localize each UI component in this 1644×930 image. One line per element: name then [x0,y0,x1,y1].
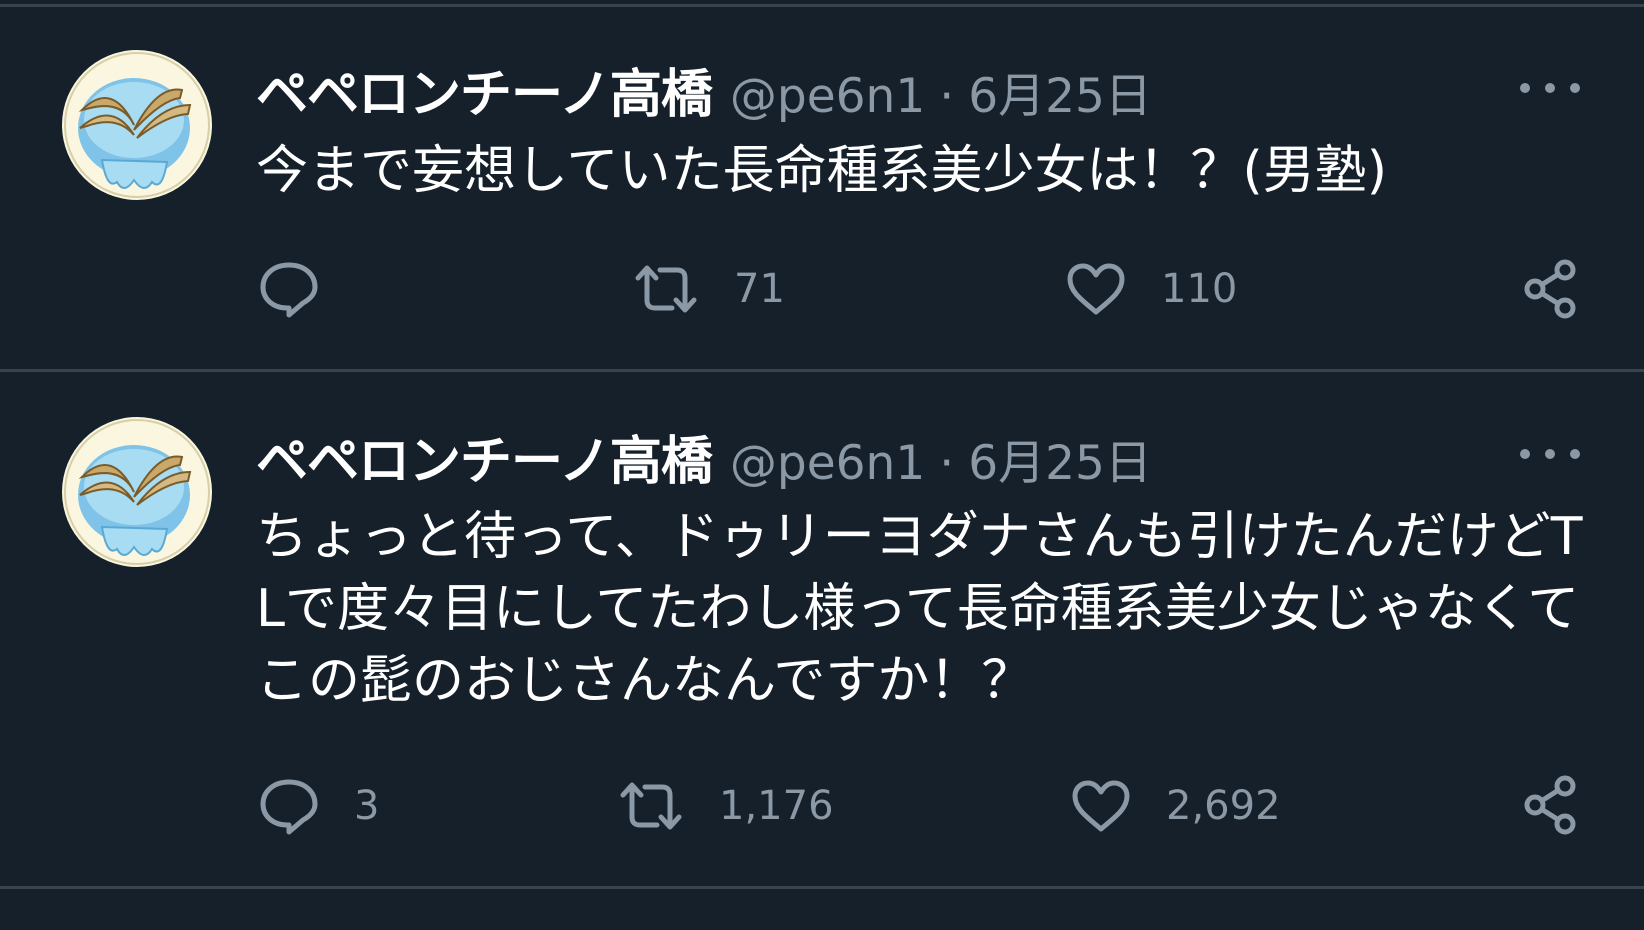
like-button[interactable]: 110 [1065,262,1237,316]
retweet-button[interactable]: 1,176 [617,779,834,833]
reply-button[interactable]: 3 [258,777,379,835]
retweet-count: 1,176 [719,783,834,829]
tweet-text: 今まで妄想していた長命種系美少女は！？(男塾) [256,141,1388,201]
avatar[interactable] [62,417,212,567]
reply-button[interactable] [258,260,354,318]
more-icon[interactable] [1520,73,1580,103]
retweet-button[interactable]: 71 [632,262,785,316]
reply-count: 3 [354,783,380,829]
top-divider [0,4,1644,7]
retweet-icon [620,782,682,830]
more-icon[interactable] [1520,439,1580,469]
like-count: 110 [1161,266,1238,312]
header-separator: · [939,69,955,124]
author-name[interactable]: ペペロンチーノ高橋 [256,419,713,494]
tweet-header: ペペロンチーノ高橋 @pe6n1 · 6月25日 [256,419,1152,492]
author-handle[interactable]: @pe6n1 [730,69,925,124]
like-button[interactable]: 2,692 [1070,779,1281,833]
share-icon [1524,775,1576,835]
share-icon [1524,259,1576,319]
tweet-divider [0,369,1644,372]
bottom-divider [0,886,1644,889]
like-count: 2,692 [1166,783,1281,829]
tweet-text: ちょっと待って、ドゥリーヨダナさんも引けたんだけどTLで度々目にしてたわし様って… [256,507,1583,711]
like-icon [1072,780,1130,832]
tweet-date[interactable]: 6月25日 [968,57,1152,126]
header-separator: · [939,436,955,491]
author-name[interactable]: ペペロンチーノ高橋 [256,52,713,127]
share-button[interactable] [1520,258,1580,320]
share-button[interactable] [1520,774,1580,836]
reply-icon [260,262,318,318]
retweet-icon [635,265,697,313]
tweet-header: ペペロンチーノ高橋 @pe6n1 · 6月25日 [256,52,1152,125]
retweet-count: 71 [734,266,785,312]
author-handle[interactable]: @pe6n1 [730,436,925,491]
avatar[interactable] [62,50,212,200]
tweet-date[interactable]: 6月25日 [968,424,1152,493]
reply-icon [260,779,318,835]
like-icon [1067,263,1125,315]
